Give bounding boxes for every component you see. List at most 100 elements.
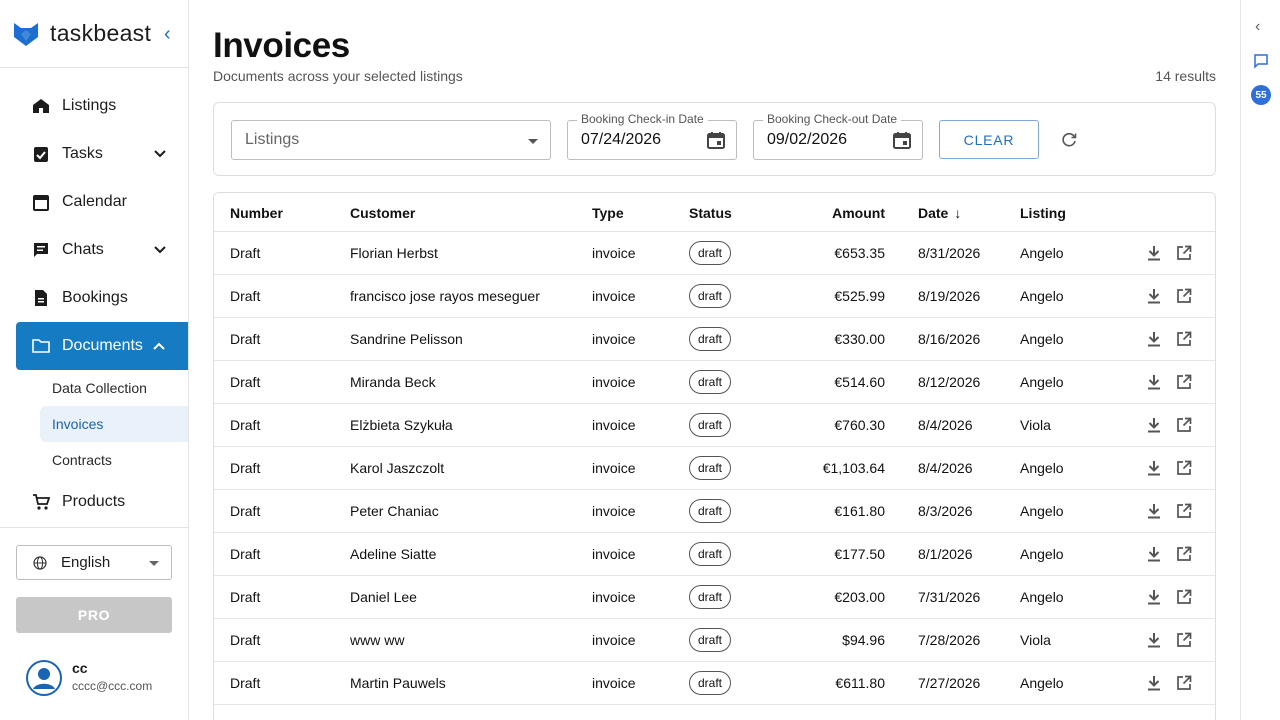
header-date[interactable]: Date ↓ (918, 205, 961, 221)
open-external-icon[interactable] (1175, 502, 1193, 520)
download-icon[interactable] (1146, 287, 1162, 305)
sidebar-subitem-contracts[interactable]: Contracts (0, 442, 189, 478)
table-row[interactable]: Draft francisco jose rayos meseguer invoic… (214, 275, 1215, 318)
sidebar-item-products[interactable]: Products (0, 478, 189, 526)
checkout-date-field[interactable]: Booking Check-out Date 09/02/2026 (753, 112, 923, 160)
language-select[interactable]: English (16, 545, 172, 580)
cell-customer: Miranda Beck (350, 374, 436, 390)
sidebar-item-tasks[interactable]: Tasks (0, 130, 189, 178)
download-icon[interactable] (1146, 545, 1162, 563)
checkin-date-field[interactable]: Booking Check-in Date 07/24/2026 (567, 112, 737, 160)
header-listing[interactable]: Listing (1020, 205, 1066, 221)
download-icon[interactable] (1146, 330, 1162, 348)
table-row[interactable]: Draft Miranda Beck invoice draft €514.60 8/12… (214, 361, 1215, 404)
globe-icon (33, 555, 47, 570)
cell-date: 8/19/2026 (918, 288, 981, 304)
expand-panel-icon[interactable]: ‹ (1255, 18, 1269, 35)
open-external-icon[interactable] (1175, 588, 1193, 606)
collapse-sidebar-icon[interactable]: ‹ (164, 24, 180, 44)
download-icon[interactable] (1146, 416, 1162, 434)
sidebar-item-documents[interactable]: Documents (16, 322, 188, 370)
sidebar-nav: Listings Tasks Calendar Chats Bookings D… (0, 82, 189, 526)
sidebar-subitem-data-collection[interactable]: Data Collection (0, 370, 189, 406)
download-icon[interactable] (1146, 502, 1162, 520)
download-icon[interactable] (1146, 244, 1162, 262)
cell-number: Draft (230, 245, 261, 261)
calendar-picker-icon[interactable] (706, 130, 726, 150)
language-value: English (61, 554, 111, 571)
cell-amount: €760.30 (834, 417, 885, 433)
header-amount[interactable]: Amount (832, 205, 885, 221)
table-row[interactable]: Draft Sandrine Pelisson invoice draft €330.0… (214, 318, 1215, 361)
open-external-icon[interactable] (1175, 674, 1193, 692)
sidebar-footer: English PRO cc cccc@ccc.com (0, 527, 189, 720)
cell-number: Draft (230, 589, 261, 605)
header-customer[interactable]: Customer (350, 205, 415, 221)
status-badge: draft (689, 542, 732, 566)
cell-type: invoice (592, 460, 636, 476)
sidebar: taskbeast ‹ Listings Tasks Calendar Chat… (0, 0, 189, 720)
cell-number: Draft (230, 632, 261, 648)
cell-customer: francisco jose rayos meseguer (350, 288, 540, 304)
sidebar-subitem-label: Invoices (52, 416, 104, 432)
pro-button[interactable]: PRO (16, 597, 172, 633)
table-row[interactable]: Draft Daniel Lee invoice draft €203.00 7/31/2… (214, 576, 1215, 619)
header-status[interactable]: Status (689, 205, 732, 221)
calendar-icon (32, 193, 50, 211)
caret-down-icon (149, 561, 159, 566)
sidebar-item-label: Bookings (62, 289, 128, 306)
download-icon[interactable] (1146, 459, 1162, 477)
download-icon[interactable] (1146, 373, 1162, 391)
table-row[interactable]: Draft Peter Chaniac invoice draft €161.80 8/3… (214, 490, 1215, 533)
sidebar-item-chats[interactable]: Chats (0, 226, 189, 274)
sidebar-item-label: Documents (62, 337, 143, 354)
notification-badge[interactable]: 55 (1251, 85, 1271, 105)
table-row[interactable]: Draft Adeline Siatte invoice draft €177.50 8/… (214, 533, 1215, 576)
download-icon[interactable] (1146, 674, 1162, 692)
open-external-icon[interactable] (1175, 631, 1193, 649)
sidebar-item-bookings[interactable]: Bookings (0, 274, 189, 322)
open-external-icon[interactable] (1175, 330, 1193, 348)
open-external-icon[interactable] (1175, 287, 1193, 305)
sidebar-item-calendar[interactable]: Calendar (0, 178, 189, 226)
refresh-icon[interactable] (1060, 131, 1078, 149)
cell-listing: Angelo (1020, 546, 1064, 562)
table-row[interactable]: Draft Florian Herbst invoice draft €653.35 8/… (214, 232, 1215, 275)
sidebar-subitem-invoices[interactable]: Invoices (40, 406, 188, 442)
cell-date: 8/1/2026 (918, 546, 973, 562)
open-external-icon[interactable] (1175, 459, 1193, 477)
user-profile[interactable]: cc cccc@ccc.com (26, 658, 186, 698)
download-icon[interactable] (1146, 588, 1162, 606)
sidebar-subitem-label: Contracts (52, 452, 112, 468)
caret-down-icon (528, 139, 538, 144)
header-type[interactable]: Type (592, 205, 624, 221)
header-number[interactable]: Number (230, 205, 283, 221)
cell-number: Draft (230, 675, 261, 691)
calendar-picker-icon[interactable] (892, 130, 912, 150)
open-external-icon[interactable] (1175, 416, 1193, 434)
cell-customer: Daniel Lee (350, 589, 417, 605)
sidebar-item-label: Listings (62, 97, 117, 114)
chat-icon (32, 241, 50, 259)
cell-type: invoice (592, 589, 636, 605)
download-icon[interactable] (1146, 631, 1162, 649)
cell-amount: €525.99 (834, 288, 885, 304)
table-body: Draft Florian Herbst invoice draft €653.35 8/… (214, 232, 1215, 705)
status-badge: draft (689, 370, 732, 394)
status-badge: draft (689, 585, 732, 609)
table-row[interactable]: Draft Martin Pauwels invoice draft €611.80 7/… (214, 662, 1215, 705)
clear-filters-button[interactable]: CLEAR (939, 120, 1039, 159)
open-external-icon[interactable] (1175, 244, 1193, 262)
cell-amount: €203.00 (834, 589, 885, 605)
status-badge: draft (689, 241, 732, 265)
cell-number: Draft (230, 503, 261, 519)
open-external-icon[interactable] (1175, 373, 1193, 391)
chat-bubble-icon[interactable] (1253, 53, 1269, 69)
sidebar-item-listings[interactable]: Listings (0, 82, 189, 130)
cell-amount: €611.80 (835, 675, 885, 691)
open-external-icon[interactable] (1175, 545, 1193, 563)
listings-select[interactable]: Listings (231, 120, 551, 160)
table-row[interactable]: Draft Elżbieta Szykuła invoice draft €760.30… (214, 404, 1215, 447)
table-row[interactable]: Draft Karol Jaszczolt invoice draft €1,103.6… (214, 447, 1215, 490)
table-row[interactable]: Draft www ww invoice draft $94.96 7/28/2026 Vi… (214, 619, 1215, 662)
